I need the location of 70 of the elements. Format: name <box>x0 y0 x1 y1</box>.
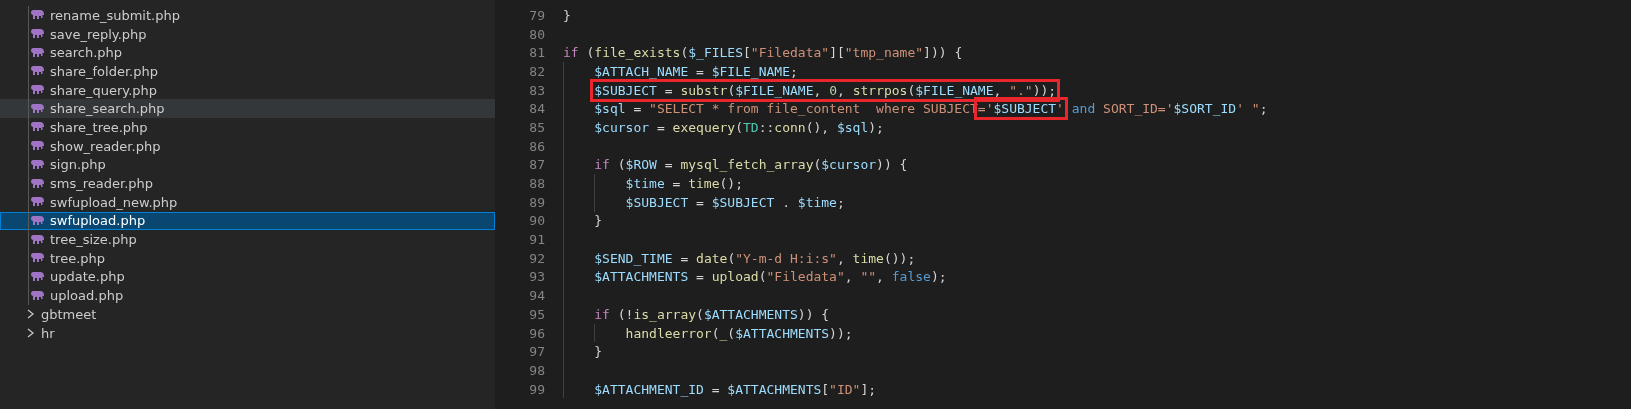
line-number: 86 <box>528 138 546 154</box>
file-item[interactable]: share_search.php <box>0 99 495 119</box>
line-number: 96 <box>528 325 546 341</box>
code-line: if (file_exists($_FILES["Filedata"]["tmp_name"])) { <box>563 45 963 61</box>
file-item[interactable]: tree.php <box>0 248 495 268</box>
line-number: 81 <box>528 45 546 61</box>
chevron-icon <box>25 327 35 340</box>
elephant-icon <box>31 84 45 97</box>
code-line: } <box>563 7 571 23</box>
line-number: 83 <box>528 82 546 98</box>
line-number: 90 <box>528 213 546 229</box>
file-item[interactable]: update.php <box>0 267 495 287</box>
elephant-icon <box>31 28 45 41</box>
code-line: $ATTACHMENTS = upload("Filedata", "", false); <box>594 269 947 285</box>
line-number: 80 <box>528 26 546 42</box>
elephant-icon <box>31 289 45 302</box>
elephant-icon <box>31 233 45 246</box>
code-line: if ($ROW = mysql_fetch_array($cursor)) { <box>594 157 908 173</box>
line-number: 92 <box>528 250 546 266</box>
line-number: 79 <box>528 7 546 23</box>
folder-item[interactable]: hr <box>0 323 495 343</box>
file-item[interactable]: search.php <box>0 43 495 63</box>
elephant-icon <box>31 46 45 59</box>
line-number: 82 <box>528 63 546 79</box>
code-line: $SUBJECT = $SUBJECT . $time; <box>625 194 845 210</box>
line-number: 99 <box>528 381 546 397</box>
file-item[interactable]: sms_reader.php <box>0 174 495 193</box>
line-number: 91 <box>528 232 546 248</box>
line-number: 87 <box>528 157 546 173</box>
elephant-icon <box>31 270 45 283</box>
file-item[interactable]: show_reader.php <box>0 136 495 156</box>
file-item[interactable]: swfupload.php <box>0 211 495 231</box>
file-item[interactable]: share_folder.php <box>0 62 495 81</box>
code-line: handleerror(_($ATTACHMENTS)); <box>625 325 853 341</box>
folder-item[interactable]: gbtmeet <box>0 305 495 324</box>
elephant-icon <box>31 140 45 153</box>
file-item[interactable]: tree_size.php <box>0 230 495 249</box>
elephant-icon <box>31 102 45 115</box>
elephant-icon <box>31 214 45 227</box>
code-line: $time = time(); <box>625 176 743 192</box>
file-item[interactable]: sign.php <box>0 155 495 175</box>
elephant-icon <box>31 9 45 22</box>
file-item[interactable]: save_reply.php <box>0 24 495 44</box>
line-number: 95 <box>528 306 546 322</box>
line-number: 88 <box>528 176 546 192</box>
line-number: 97 <box>528 344 546 360</box>
file-item[interactable]: share_tree.php <box>0 118 495 137</box>
elephant-icon <box>31 65 45 78</box>
elephant-icon <box>31 158 45 171</box>
code-line: $ATTACHMENT_ID = $ATTACHMENTS["ID"]; <box>594 381 877 397</box>
file-item[interactable]: rename_submit.php <box>0 6 495 25</box>
elephant-icon <box>31 177 45 190</box>
code-line: $cursor = exequery(TD::conn(), $sql); <box>594 119 884 135</box>
code-line: } <box>594 344 603 360</box>
line-number: 93 <box>528 269 546 285</box>
line-number: 89 <box>528 194 546 210</box>
line-number: 94 <box>528 288 546 304</box>
elephant-icon <box>31 252 45 265</box>
code-line: if (!is_array($ATTACHMENTS)) { <box>594 306 830 322</box>
code-line: } <box>594 213 603 229</box>
file-item[interactable]: swfupload_new.php <box>0 192 495 212</box>
line-number: 85 <box>528 119 546 135</box>
elephant-icon <box>31 196 45 209</box>
elephant-icon <box>31 121 45 134</box>
line-number: 98 <box>528 362 546 378</box>
chevron-icon <box>25 308 35 321</box>
file-item[interactable]: upload.php <box>0 286 495 305</box>
code-line: $SEND_TIME = date("Y-m-d H:i:s", time()); <box>594 250 916 266</box>
code-line: $ATTACH_NAME = $FILE_NAME; <box>594 63 798 79</box>
line-number: 84 <box>528 101 546 117</box>
